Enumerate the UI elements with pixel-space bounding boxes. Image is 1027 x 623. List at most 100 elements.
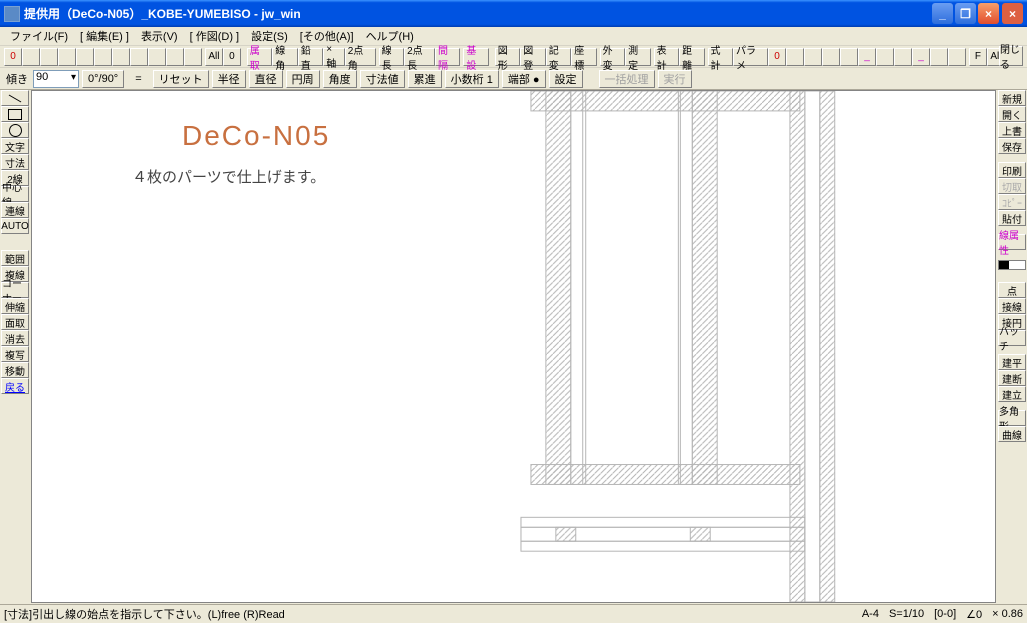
tool-range[interactable]: 範囲 <box>1 250 29 266</box>
tool-param[interactable]: パラメ <box>733 48 768 66</box>
palette-btn-r[interactable] <box>804 48 822 66</box>
tool-text[interactable]: 文字 <box>1 138 29 154</box>
file-saveas-button[interactable]: 保存 <box>998 138 1026 154</box>
slope-select[interactable]: 90 <box>33 70 79 88</box>
palette-btn-r[interactable] <box>840 48 858 66</box>
tool-auto[interactable]: AUTO <box>1 218 29 234</box>
dim-value-button[interactable]: 寸法値 <box>360 70 405 88</box>
layer-0-button[interactable]: 0 <box>4 48 22 66</box>
palette-btn[interactable] <box>58 48 76 66</box>
angle-toggle-button[interactable]: 0°/90° <box>82 70 124 88</box>
file-save-button[interactable]: 上書 <box>998 122 1026 138</box>
line-attr-button[interactable]: 線属性 <box>998 234 1026 250</box>
tool-move[interactable]: 移動 <box>1 362 29 378</box>
execute-button[interactable]: 実行 <box>658 70 692 88</box>
palette-btn-r[interactable]: _ <box>858 48 876 66</box>
tool-kyori[interactable]: 距離 <box>679 48 705 66</box>
tool-point[interactable]: 点 <box>998 282 1026 298</box>
zero-indicator[interactable]: 0 <box>223 48 241 66</box>
tool-kihen[interactable]: 記変 <box>546 48 572 66</box>
palette-btn[interactable] <box>148 48 166 66</box>
tool-enchoku[interactable]: 鉛直 <box>298 48 324 66</box>
tool-polygon[interactable]: 多角形 <box>998 410 1026 426</box>
tool-centerline[interactable]: 中心線 <box>1 186 29 202</box>
settings-button[interactable]: 設定 <box>549 70 583 88</box>
palette-btn[interactable] <box>22 48 40 66</box>
palette-btn[interactable] <box>40 48 58 66</box>
tool-dimension[interactable]: 寸法 <box>1 154 29 170</box>
tool-kisetsu[interactable]: 基設 <box>463 48 489 66</box>
circumference-button[interactable]: 円周 <box>286 70 320 88</box>
reset-button[interactable]: リセット <box>153 70 209 88</box>
tool-sencho[interactable]: 線長 <box>379 48 405 66</box>
tool-hyokei[interactable]: 表計 <box>654 48 680 66</box>
file-open-button[interactable]: 開く <box>998 106 1026 122</box>
close-label[interactable]: 閉じる <box>999 46 1023 66</box>
line-style-preview[interactable] <box>998 260 1026 270</box>
tool-kankaku[interactable]: 間隔 <box>435 48 461 66</box>
tool-zukei[interactable]: 図形 <box>495 48 521 66</box>
palette-btn[interactable] <box>130 48 148 66</box>
palette-btn-r[interactable]: _ <box>912 48 930 66</box>
file-new-button[interactable]: 新規 <box>998 90 1026 106</box>
palette-btn-r[interactable] <box>894 48 912 66</box>
tool-hatch[interactable]: ハッチ <box>998 330 1026 346</box>
menu-file[interactable]: ファイル(F) <box>4 26 74 46</box>
palette-btn[interactable] <box>184 48 202 66</box>
palette-btn-r[interactable] <box>876 48 894 66</box>
angle-button[interactable]: 角度 <box>323 70 357 88</box>
menu-edit[interactable]: [ 編集(E) ] <box>74 26 135 46</box>
palette-btn-r[interactable] <box>948 48 966 66</box>
batch-button[interactable]: 一括処理 <box>599 70 655 88</box>
close-button[interactable]: × <box>978 3 999 24</box>
maximize-button[interactable]: ❐ <box>955 3 976 24</box>
tool-extend[interactable]: 伸縮 <box>1 298 29 314</box>
tool-section[interactable]: 建断 <box>998 370 1026 386</box>
tool-rectangle[interactable] <box>1 106 29 122</box>
diameter-button[interactable]: 直径 <box>249 70 283 88</box>
end-mark-button[interactable]: 端部 ● <box>502 70 546 88</box>
tool-2tencho[interactable]: 2点長 <box>404 48 435 66</box>
menu-draw[interactable]: [ 作図(D) ] <box>184 26 246 46</box>
tool-erase[interactable]: 消去 <box>1 330 29 346</box>
radius-button[interactable]: 半径 <box>212 70 246 88</box>
tool-undo[interactable]: 戻る <box>1 378 29 394</box>
tool-elevation[interactable]: 建立 <box>998 386 1026 402</box>
tool-plan[interactable]: 建平 <box>998 354 1026 370</box>
tool-line[interactable] <box>1 90 29 106</box>
tool-xjiku[interactable]: ×軸 <box>323 48 344 66</box>
tool-circle[interactable] <box>1 122 29 138</box>
copy-button[interactable]: ｺﾋﾟｰ <box>998 194 1026 210</box>
minimize-button[interactable]: _ <box>932 3 953 24</box>
tool-tangent[interactable]: 接線 <box>998 298 1026 314</box>
tool-sokutei[interactable]: 測定 <box>625 48 651 66</box>
palette-btn[interactable] <box>76 48 94 66</box>
menu-view[interactable]: 表示(V) <box>135 26 184 46</box>
tool-corner[interactable]: コーナー <box>1 282 29 298</box>
decimal-button[interactable]: 小数桁 1 <box>445 70 499 88</box>
tool-shiki[interactable]: 式計 <box>708 48 734 66</box>
tool-gaihen[interactable]: 外変 <box>600 48 626 66</box>
palette-btn-r[interactable] <box>930 48 948 66</box>
palette-btn-r[interactable] <box>786 48 804 66</box>
all-button[interactable]: All <box>205 48 223 66</box>
tool-polyline[interactable]: 連線 <box>1 202 29 218</box>
tool-2tenkaku[interactable]: 2点角 <box>345 48 376 66</box>
document-close-button[interactable]: × <box>1002 3 1023 24</box>
print-button[interactable]: 印刷 <box>998 162 1026 178</box>
tool-senkaku[interactable]: 線角 <box>272 48 298 66</box>
palette-btn-r[interactable] <box>822 48 840 66</box>
cumulative-button[interactable]: 累進 <box>408 70 442 88</box>
f-button[interactable]: F <box>969 48 987 66</box>
tool-zahyo[interactable]: 座標 <box>571 48 597 66</box>
attr-get-button[interactable]: 属取 <box>247 48 273 66</box>
tool-zutoroku[interactable]: 図登 <box>520 48 546 66</box>
tool-curve[interactable]: 曲線 <box>998 426 1026 442</box>
tool-copy[interactable]: 複写 <box>1 346 29 362</box>
palette-btn[interactable] <box>94 48 112 66</box>
palette-btn[interactable] <box>112 48 130 66</box>
cut-button[interactable]: 切取 <box>998 178 1026 194</box>
layer-0-button-r[interactable]: 0 <box>768 48 786 66</box>
tool-chamfer[interactable]: 面取 <box>1 314 29 330</box>
drawing-canvas[interactable]: DeCo-N05 ４枚のパーツで仕上げます。 <box>31 90 996 603</box>
